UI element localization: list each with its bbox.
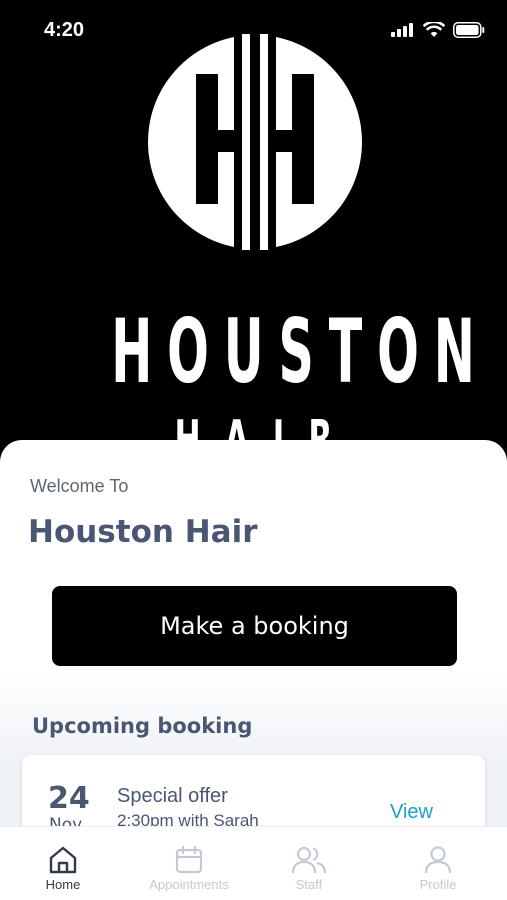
tab-appointments[interactable]: Appointments bbox=[126, 827, 252, 900]
wifi-icon bbox=[423, 22, 445, 37]
tab-home[interactable]: Home bbox=[0, 827, 126, 900]
upcoming-heading: Upcoming booking bbox=[32, 714, 253, 738]
welcome-label: Welcome To bbox=[30, 476, 129, 496]
status-time: 4:20 bbox=[44, 19, 85, 41]
user-icon bbox=[424, 846, 452, 874]
tab-appointments-label: Appointments bbox=[149, 877, 229, 892]
tab-profile[interactable]: Profile bbox=[375, 827, 501, 900]
booking-day: 24 bbox=[48, 781, 90, 816]
houston-hair-logo bbox=[148, 34, 362, 250]
brand-wordmark: HOUSTON bbox=[111, 300, 490, 403]
view-booking-link[interactable]: View bbox=[390, 801, 433, 824]
tab-home-label: Home bbox=[45, 877, 81, 892]
users-icon bbox=[292, 846, 326, 874]
battery-icon bbox=[453, 22, 485, 38]
booking-title: Special offer bbox=[117, 785, 228, 807]
tab-profile-label: Profile bbox=[419, 877, 457, 892]
signal-icon bbox=[391, 23, 413, 37]
calendar-icon bbox=[175, 845, 203, 874]
make-booking-button[interactable]: Make a booking bbox=[52, 586, 457, 666]
home-icon bbox=[49, 846, 77, 874]
tab-staff-label: Staff bbox=[295, 877, 323, 892]
status-bar: 4:20 bbox=[0, 0, 507, 60]
tab-bar: Home Appointments Staff Profile bbox=[0, 826, 507, 900]
tab-staff[interactable]: Staff bbox=[246, 827, 372, 900]
hero-banner: HOUSTON HAIR bbox=[0, 0, 507, 460]
salon-name: Houston Hair bbox=[28, 514, 258, 550]
